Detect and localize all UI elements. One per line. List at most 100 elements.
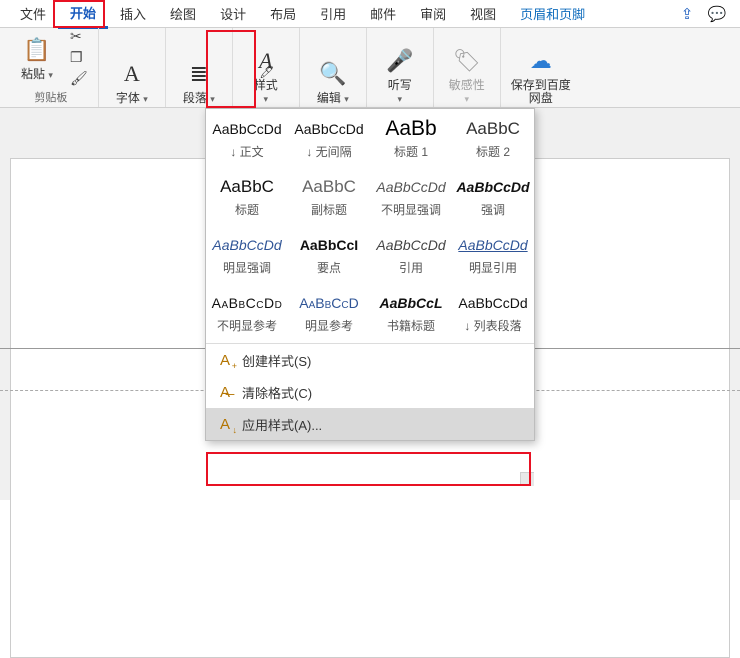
style-gallery-item[interactable]: AaBbCcDd 明显强调 [206,225,288,283]
style-name-label: ↓ 列表段落 [464,317,521,334]
styles-icon: A🖊 [259,45,272,77]
microphone-icon: 🎤 [386,45,413,77]
group-baidu: ☁ 保存到百度网盘 [501,28,581,107]
panel-resize-grip[interactable] [520,472,534,486]
tab-references[interactable]: 引用 [308,0,358,27]
tab-file[interactable]: 文件 [8,0,58,27]
style-sample: AaBbCcDd [294,117,363,141]
tab-home[interactable]: 开始 [58,0,108,29]
styles-button[interactable]: A🖊 样式▾ [243,45,289,105]
save-baidu-button[interactable]: ☁ 保存到百度网盘 [511,45,571,105]
paste-button[interactable]: 📋 粘贴 ▾ [14,34,60,81]
font-icon: A [124,58,140,90]
style-sample: AaBb [385,117,436,141]
style-gallery-item[interactable]: AaBbCcL 书籍标题 [370,283,452,341]
tab-mail[interactable]: 邮件 [358,0,408,27]
sensitivity-label: 敏感性 [449,78,485,92]
ribbon: 📋 粘贴 ▾ ✂ ❐ 🖌 剪贴板 A 字体 ▾ ≣ 段落 ▾ A🖊 样式▾ [0,28,740,108]
tab-view[interactable]: 视图 [458,0,508,27]
style-name-label: 标题 1 [394,143,428,160]
sensitivity-icon: 🏷 [453,45,481,77]
editing-label: 编辑 [317,91,341,105]
save-baidu-label: 保存到百度网盘 [511,79,571,105]
tab-insert[interactable]: 插入 [108,0,158,27]
style-gallery-item[interactable]: AaBbCcDd ↓ 正文 [206,109,288,167]
style-sample: AaBbCcDd [458,291,527,315]
font-label: 字体 [116,91,140,105]
paragraph-label: 段落 [183,91,207,105]
paste-label: 粘贴 [21,67,45,81]
clipboard-group-label: 剪贴板 [34,89,67,105]
style-gallery-item[interactable]: AaBbC 副标题 [288,167,370,225]
tab-layout[interactable]: 布局 [258,0,308,27]
copy-icon[interactable]: ❐ [70,49,88,66]
baidu-cloud-icon: ☁ [530,45,552,77]
style-sample: AaBbCcL [379,291,442,315]
group-dictate: 🎤 听写▾ [367,28,434,107]
style-name-label: ↓ 正文 [230,143,263,160]
style-sample: AaBbCcD [299,291,358,315]
dictate-button[interactable]: 🎤 听写▾ [377,45,423,105]
style-sample: AaBbCcDd [212,233,281,257]
style-gallery-item[interactable]: AaBbCcDd ↓ 列表段落 [452,283,534,341]
apply-styles-icon: A↓ [216,416,234,433]
tab-draw[interactable]: 绘图 [158,0,208,27]
create-style-item[interactable]: A+ 创建样式(S) [206,344,534,376]
dictate-label: 听写 [388,78,412,92]
style-sample: AaBbCcDd [456,175,529,199]
paragraph-button[interactable]: ≣ 段落 ▾ [176,58,222,105]
editing-button[interactable]: 🔍 编辑 ▾ [310,58,356,105]
style-sample: AaBbC [302,175,356,199]
font-button[interactable]: A 字体 ▾ [109,58,155,105]
create-style-icon: A+ [216,352,234,369]
style-gallery-item[interactable]: AaBbC标题 [206,167,288,225]
group-sensitivity: 🏷 敏感性▾ [434,28,501,107]
style-name-label: 书籍标题 [387,317,435,334]
clipboard-icon: 📋 [23,34,50,66]
style-name-label: 不明显参考 [217,317,277,334]
style-gallery-item[interactable]: AaBbCcDd 不明显参考 [206,283,288,341]
ribbon-tabs: 文件 开始 插入 绘图 设计 布局 引用 邮件 审阅 视图 页眉和页脚 ⇪ 💬 [0,0,740,28]
style-gallery-item[interactable]: AaBbCcDd引用 [370,225,452,283]
style-sample: AaBbCcI [300,233,358,257]
comments-icon[interactable]: 💬 [702,5,732,23]
style-gallery-item[interactable]: AaBbC标题 2 [452,109,534,167]
style-gallery-item[interactable]: AaBbCcDd ↓ 无间隔 [288,109,370,167]
style-name-label: 明显引用 [469,259,517,276]
style-name-label: 不明显强调 [381,201,441,218]
apply-styles-item[interactable]: A↓ 应用样式(A)... [206,408,534,440]
tab-header-footer[interactable]: 页眉和页脚 [508,0,597,27]
group-editing: 🔍 编辑 ▾ [300,28,367,107]
style-gallery-item[interactable]: AaBbCcD 明显参考 [288,283,370,341]
style-name-label: 要点 [317,259,341,276]
share-icon[interactable]: ⇪ [672,5,702,23]
style-name-label: 明显强调 [223,259,271,276]
style-name-label: 副标题 [311,201,347,218]
style-gallery-item[interactable]: AaBbCcI 要点 [288,225,370,283]
style-name-label: 强调 [481,201,505,218]
cut-icon[interactable]: ✂ [70,28,88,45]
sensitivity-button[interactable]: 🏷 敏感性▾ [444,45,490,105]
group-styles: A🖊 样式▾ [233,28,300,107]
clear-format-label: 清除格式(C) [242,383,312,402]
style-gallery-item[interactable]: AaBbCcDd 强调 [452,167,534,225]
format-painter-icon[interactable]: 🖌 [70,70,88,87]
style-gallery-item[interactable]: AaBbCcDd不明显强调 [370,167,452,225]
style-gallery-item[interactable]: AaBb 标题 1 [370,109,452,167]
tab-review[interactable]: 审阅 [408,0,458,27]
style-sample: AaBbCcDd [212,291,283,315]
style-sample: AaBbCcDd [212,117,281,141]
clear-format-icon: A̶ [216,384,234,401]
apply-styles-label: 应用样式(A)... [242,415,322,434]
style-name-label: ↓ 无间隔 [306,143,351,160]
clear-format-item[interactable]: A̶ 清除格式(C) [206,376,534,408]
search-icon: 🔍 [319,58,346,90]
styles-label: 样式 [254,78,278,92]
style-name-label: 引用 [399,259,423,276]
create-style-label: 创建样式(S) [242,351,311,370]
style-gallery-item[interactable]: AaBbCcDd明显引用 [452,225,534,283]
tab-design[interactable]: 设计 [208,0,258,27]
clipboard-mini: ✂ ❐ 🖌 [70,28,88,87]
style-name-label: 明显参考 [305,317,353,334]
style-sample: AaBbC [220,175,274,199]
